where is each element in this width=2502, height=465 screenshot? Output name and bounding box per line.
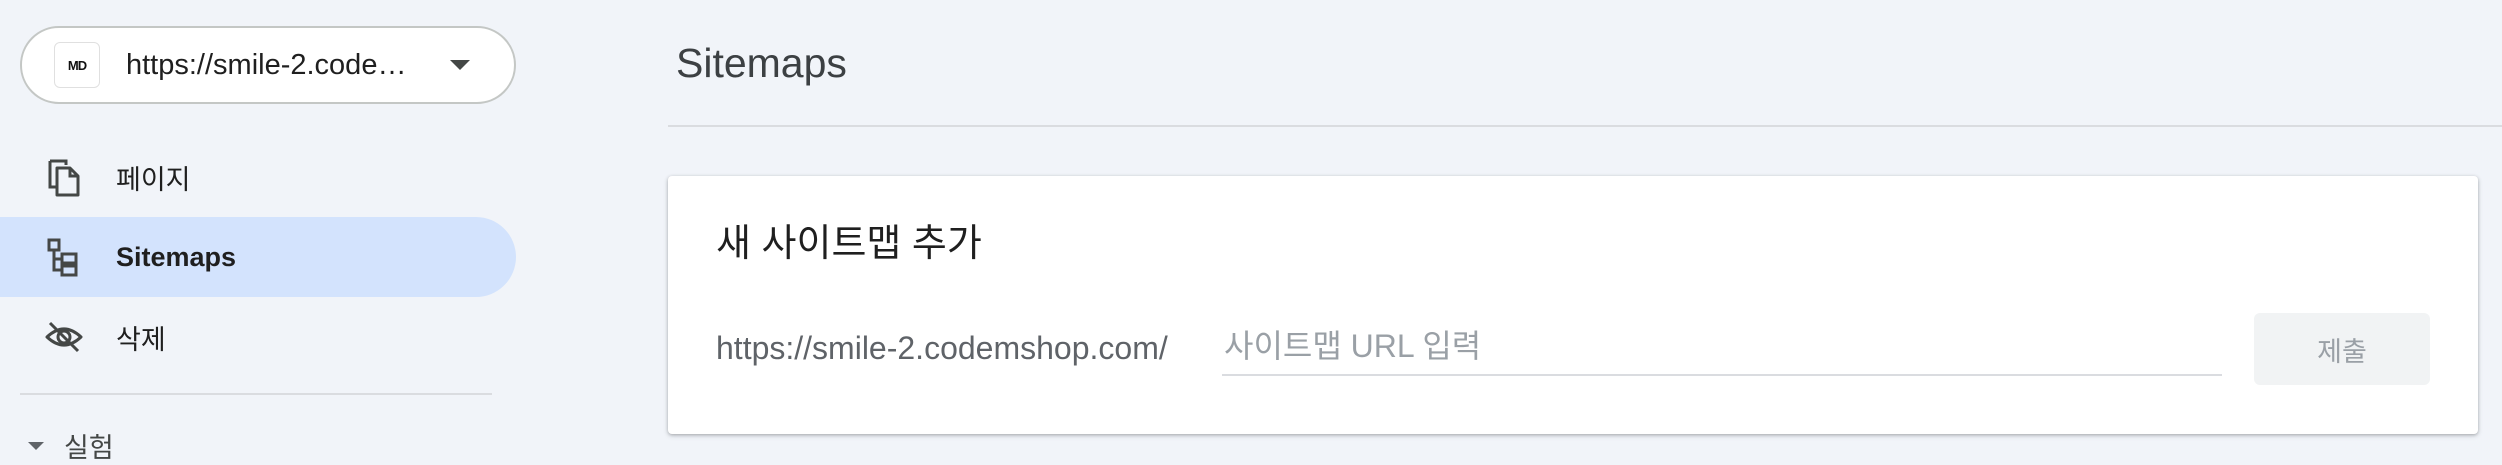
expand-caret-icon [28,441,44,450]
sitemap-url-prefix: https://smile-2.codemshop.com/ [716,330,1168,366]
title-divider [668,125,2502,127]
pages-icon [44,157,84,197]
card-title: 새 사이트맵 추가 [716,223,982,265]
property-url: https://smile-2.codemshop.com/ [126,48,426,81]
sidebar-item-removals[interactable]: 삭제 [0,297,516,377]
sidebar-item-label: Sitemaps [116,241,237,272]
sidebar-item-pages[interactable]: 페이지 [0,137,516,217]
sidebar-section-label: 실험 [64,433,114,463]
sidebar-item-label: 페이지 [116,164,191,195]
dropdown-caret-icon [450,60,470,70]
submit-button[interactable]: 제출 [2254,313,2430,385]
sidebar: MD https://smile-2.codemshop.com/ 페이지 [0,0,525,463]
property-favicon-text: MD [67,57,87,73]
sitemap-url-input[interactable] [1222,318,2222,376]
visibility-off-icon [44,317,84,357]
property-favicon-icon: MD [54,42,100,88]
sidebar-item-label: 삭제 [116,324,166,355]
sidebar-section-experiments[interactable]: 실험 [28,426,114,465]
page-title: Sitemaps [676,40,847,86]
sidebar-item-sitemaps[interactable]: Sitemaps [0,217,516,297]
sitemap-icon [44,237,84,277]
property-selector[interactable]: MD https://smile-2.codemshop.com/ [20,26,516,104]
add-sitemap-card: 새 사이트맵 추가 https://smile-2.codemshop.com/… [668,176,2478,434]
sidebar-divider [20,393,492,395]
